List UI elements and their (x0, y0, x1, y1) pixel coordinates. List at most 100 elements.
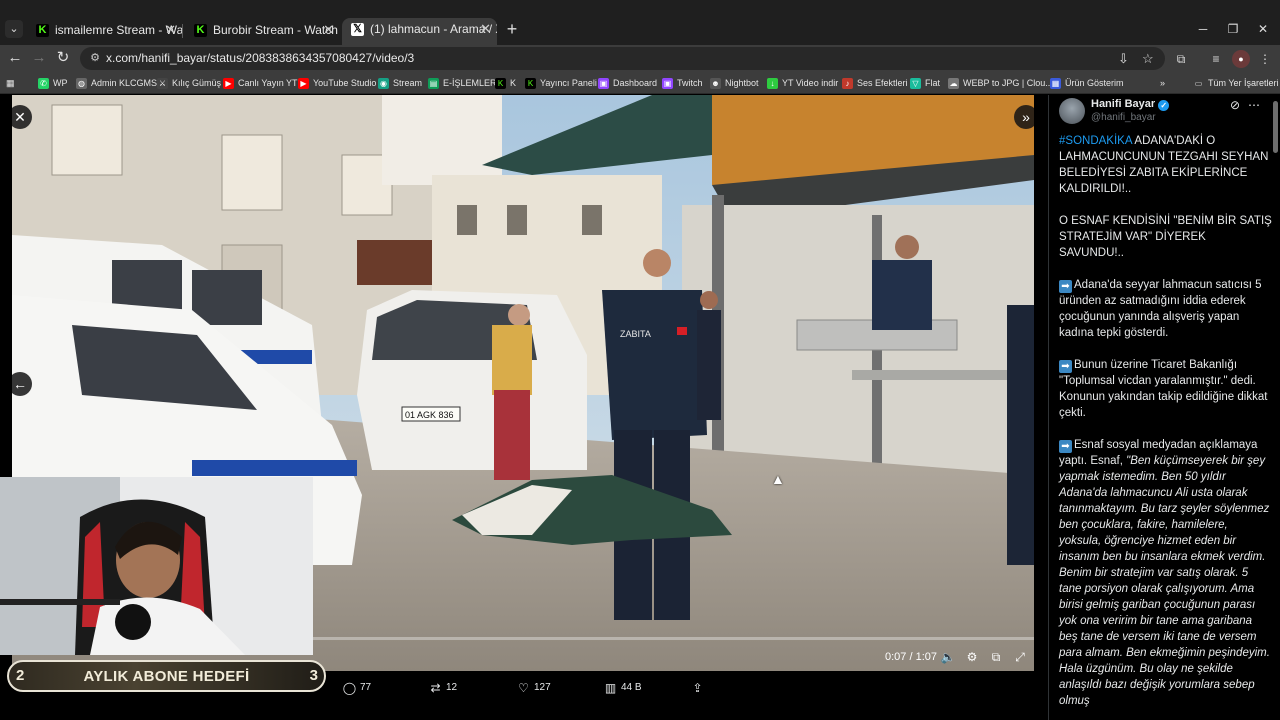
nightbot-icon: ☻ (710, 78, 721, 89)
tab-lahmacun-search[interactable]: 𝕏 (1) lahmacun - Arama / X ✕ (342, 18, 497, 45)
hashtag-link[interactable]: #SONDAKİKA (1059, 135, 1132, 147)
site-info-icon[interactable]: ⚙ (88, 51, 102, 65)
restore-icon[interactable]: ❐ (1223, 22, 1243, 36)
bookmark-e-islemler[interactable]: ▤ E-İŞLEMLER (428, 75, 497, 91)
new-tab-plus-icon[interactable]: + (504, 19, 520, 41)
bookmark-nightbot[interactable]: ☻ Nightbot (710, 75, 759, 91)
minimize-icon[interactable]: ─ (1193, 22, 1213, 36)
back-arrow-icon[interactable]: ← (5, 48, 25, 68)
tweet-quote: "Ben küçümseyerek bir şey yapmak istemed… (1059, 455, 1270, 707)
reload-icon[interactable]: ↻ (53, 48, 73, 68)
window-close-icon[interactable]: ✕ (1253, 22, 1273, 36)
whatsapp-icon: ✆ (38, 78, 49, 89)
flat-icon: ▽ (910, 78, 921, 89)
profile-avatar-icon[interactable]: ● (1232, 50, 1250, 68)
settings-gear-icon[interactable]: ⚙ (964, 649, 980, 665)
bookmark-label: Tüm Yer İşaretleri (1208, 78, 1279, 88)
stream-icon: ◉ (378, 78, 389, 89)
like-count: 127 (534, 682, 551, 693)
license-plate: 01 AGK 836 (405, 410, 454, 420)
apps-grid-icon[interactable]: ▦ (6, 75, 15, 91)
more-options-icon[interactable]: ⋯ (1248, 98, 1260, 112)
bookmarks-bar: ▦ ✆ WP ◍ Admin KLCGMS ⚔ Kılıç Gümüş ▶ Canlı … (0, 72, 1280, 94)
globe-icon: ◍ (76, 78, 87, 89)
address-bar[interactable]: ⚙ x.com/hanifi_bayar/status/208383863435… (80, 47, 1165, 70)
bookmark-label: Ses Efektleri (857, 78, 908, 88)
goal-title: AYLIK ABONE HEDEFİ (83, 668, 250, 685)
tab-ismailemre[interactable]: K ismailemre Stream - Watch Live ✕ (27, 19, 182, 45)
sound-icon: ♪ (842, 78, 853, 89)
close-icon[interactable]: ✕ (165, 19, 176, 41)
repost-button[interactable]: ⇄ 12 (428, 680, 457, 696)
install-app-icon[interactable]: ⇩ (1118, 50, 1129, 67)
bookmark-label: Yayıncı Paneli (540, 78, 597, 88)
all-bookmarks-folder[interactable]: ▭ Tüm Yer İşaretleri (1193, 75, 1279, 91)
tab-burobir[interactable]: K Burobir Stream - Watch Live on ✕ (185, 19, 340, 45)
tweet-panel: Hanifi Bayar ✓ @hanifi_bayar ⊘ ⋯ #SONDAKİ… (1048, 95, 1280, 720)
vest-text: ZABITA (620, 329, 651, 339)
download-icon: ↓ (767, 78, 778, 89)
close-icon[interactable]: ✕ (323, 19, 334, 41)
bookmark-dashboard[interactable]: ▣ Dashboard (598, 75, 657, 91)
tweet-text: #SONDAKİKA ADANA'DAKİ O LAHMACUNCUNUN TE… (1059, 133, 1272, 720)
fullscreen-icon[interactable]: ⤢ (1012, 649, 1028, 665)
tab-separator (182, 24, 183, 38)
bookmark-canli-yayin[interactable]: ▶ Canlı Yayın YT (223, 75, 298, 91)
bookmark-label: Ürün Gösterim (1065, 78, 1124, 88)
picture-in-picture-icon[interactable]: ⧉ (988, 649, 1004, 665)
twitch-icon: ▣ (598, 78, 609, 89)
bookmark-star-icon[interactable]: ☆ (1142, 50, 1154, 67)
scrollbar[interactable] (1273, 101, 1278, 153)
bookmark-urun-gosterim[interactable]: ▦ Ürün Gösterim (1050, 75, 1124, 91)
bookmark-yayinci-paneli[interactable]: K Yayıncı Paneli (525, 75, 597, 91)
bookmark-ses-efektleri[interactable]: ♪ Ses Efektleri (842, 75, 908, 91)
right-arrow-emoji-icon: ➡ (1059, 360, 1072, 373)
youtube-studio-icon: ▶ (298, 78, 309, 89)
repost-count: 12 (446, 682, 458, 693)
bookmark-label: Nightbot (725, 78, 759, 88)
avatar[interactable] (1059, 98, 1085, 124)
more-bookmarks-chevron-icon[interactable]: » (1160, 75, 1165, 91)
tab-title: Burobir Stream - Watch Live on (213, 23, 340, 37)
bookmark-twitch[interactable]: ▣ Twitch (662, 75, 703, 91)
subscriber-goal-widget: 2 AYLIK ABONE HEDEFİ 3 (7, 660, 326, 692)
bookmark-admin[interactable]: ◍ Admin KLCGMS (76, 75, 157, 91)
cloud-icon: ☁ (948, 78, 959, 89)
bookmark-label: Dashboard (613, 78, 658, 88)
bookmark-label: YT Video indir (782, 78, 839, 88)
bookmark-label: Admin KLCGMS (91, 78, 158, 88)
tweet-paragraph: Bunun üzerine Ticaret Bakanlığı "Toplums… (1059, 359, 1268, 419)
kick-icon: K (525, 78, 536, 89)
reply-button[interactable]: ◯ 77 (342, 680, 371, 696)
sword-icon: ⚔ (157, 78, 168, 89)
x-icon: 𝕏 (351, 23, 364, 36)
bookmark-wp[interactable]: ✆ WP (38, 75, 68, 91)
author-handle[interactable]: @hanifi_bayar (1091, 112, 1156, 124)
tweet-paragraph: O ESNAF KENDİSİNİ "BENİM BİR SATIŞ STRAT… (1059, 215, 1272, 259)
views-button[interactable]: ▥ 44 B (603, 680, 642, 696)
bookmark-webp-to-jpg[interactable]: ☁ WEBP to JPG | Clou... (948, 75, 1053, 91)
bookmark-youtube-studio[interactable]: ▶ YouTube Studio (298, 75, 376, 91)
menu-kebab-icon[interactable]: ⋮ (1256, 50, 1274, 68)
bookmark-label: Flat (925, 78, 941, 88)
bookmark-kilic[interactable]: ⚔ Kılıç Gümüş (157, 75, 221, 91)
bookmark-label: Canlı Yayın YT (238, 78, 298, 88)
extensions-icon[interactable]: ⧉ (1172, 50, 1190, 68)
expand-panel-chevrons-icon[interactable]: » (1014, 105, 1034, 129)
like-button[interactable]: ♡ 127 (516, 680, 551, 696)
tab-groups-icon[interactable]: ≡ (1207, 50, 1225, 68)
reply-bubble-icon: ◯ (342, 681, 357, 695)
browser-toolbar: ← → ↻ ⚙ x.com/hanifi_bayar/status/208383… (0, 45, 1280, 72)
view-count: 44 B (621, 682, 642, 693)
bookmark-flat[interactable]: ▽ Flat (910, 75, 940, 91)
volume-icon[interactable]: 🔈 (940, 649, 956, 665)
grok-icon[interactable]: ⊘ (1230, 98, 1240, 112)
bookmark-stream[interactable]: ◉ Stream (378, 75, 422, 91)
tab-bar: ⌄ K ismailemre Stream - Watch Live ✕ K B… (0, 0, 1280, 45)
bookmark-k[interactable]: KK (495, 75, 516, 91)
bookmark-yt-video-indir[interactable]: ↓ YT Video indir (767, 75, 838, 91)
author-name[interactable]: Hanifi Bayar ✓ (1091, 98, 1170, 111)
forward-arrow-icon[interactable]: → (29, 48, 49, 68)
tab-search-chevron-icon[interactable]: ⌄ (5, 20, 23, 38)
close-icon[interactable]: ✕ (480, 18, 491, 40)
